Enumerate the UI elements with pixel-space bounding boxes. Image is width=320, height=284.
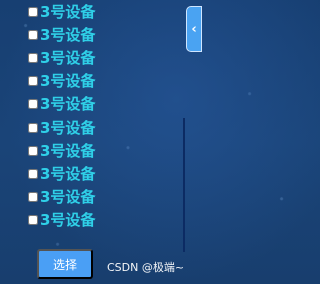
device-label: 3号设备 bbox=[40, 141, 96, 160]
device-item[interactable]: 3号设备 bbox=[28, 93, 178, 116]
device-label: 3号设备 bbox=[40, 211, 96, 230]
device-checkbox[interactable] bbox=[28, 29, 38, 40]
device-label: 3号设备 bbox=[40, 2, 96, 21]
device-label: 3号设备 bbox=[40, 25, 96, 44]
device-label: 3号设备 bbox=[40, 188, 96, 207]
device-label: 3号设备 bbox=[40, 118, 96, 137]
device-checkbox[interactable] bbox=[28, 76, 38, 87]
select-button[interactable]: 选择 bbox=[37, 249, 93, 279]
device-label: 3号设备 bbox=[40, 72, 96, 91]
device-checkbox[interactable] bbox=[28, 52, 38, 63]
device-checkbox[interactable] bbox=[28, 192, 38, 203]
device-item[interactable]: 3号设备 bbox=[28, 23, 178, 46]
device-checkbox[interactable] bbox=[28, 6, 38, 17]
scrollbar[interactable] bbox=[183, 118, 185, 252]
device-list: 3号设备 3号设备 3号设备 3号设备 3号设备 3号设备 3号设备 3号设备 bbox=[28, 0, 178, 232]
watermark: CSDN @极端~ bbox=[107, 261, 185, 274]
device-item[interactable]: 3号设备 bbox=[28, 0, 178, 23]
device-checkbox[interactable] bbox=[28, 122, 38, 133]
device-label: 3号设备 bbox=[40, 95, 96, 114]
device-item[interactable]: 3号设备 bbox=[28, 209, 178, 232]
device-panel: 3号设备 3号设备 3号设备 3号设备 3号设备 3号设备 3号设备 3号设备 bbox=[0, 0, 190, 284]
device-checkbox[interactable] bbox=[28, 168, 38, 179]
device-item[interactable]: 3号设备 bbox=[28, 162, 178, 185]
device-checkbox[interactable] bbox=[28, 145, 38, 156]
device-label: 3号设备 bbox=[40, 164, 96, 183]
device-checkbox[interactable] bbox=[28, 215, 38, 226]
device-item[interactable]: 3号设备 bbox=[28, 46, 178, 69]
chevron-left-icon: ‹ bbox=[191, 21, 197, 37]
collapse-tab[interactable]: ‹ bbox=[186, 6, 202, 52]
device-checkbox[interactable] bbox=[28, 99, 38, 110]
device-item[interactable]: 3号设备 bbox=[28, 186, 178, 209]
device-label: 3号设备 bbox=[40, 48, 96, 67]
device-item[interactable]: 3号设备 bbox=[28, 70, 178, 93]
device-item[interactable]: 3号设备 bbox=[28, 139, 178, 162]
device-item[interactable]: 3号设备 bbox=[28, 116, 178, 139]
